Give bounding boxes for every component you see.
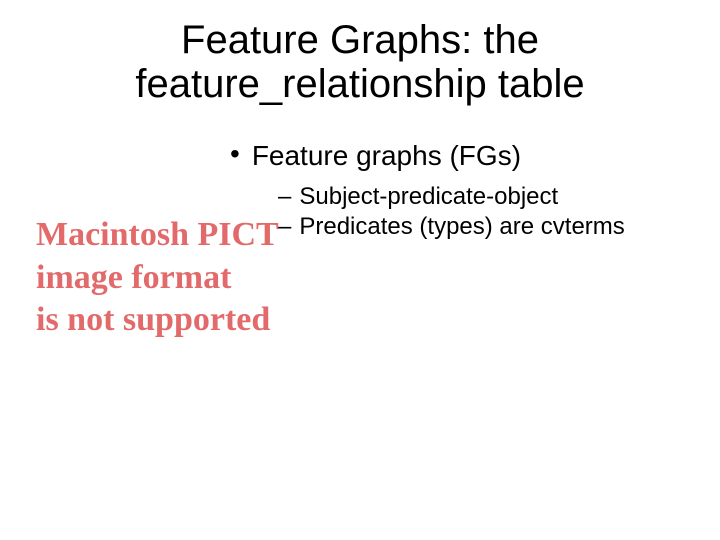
bullet-level-1: • Feature graphs (FGs) — [230, 140, 521, 172]
sub-bullet-1-text: Subject-predicate-object — [299, 183, 558, 210]
pict-line-2: image format — [36, 257, 279, 300]
pict-line-3: is not supported — [36, 299, 279, 342]
pict-line-1: Macintosh PICT — [36, 214, 279, 257]
sub-bullet-2: –Predicates (types) are cvterms — [278, 212, 625, 242]
bullet-marker: • — [230, 138, 240, 170]
dash-icon: – — [278, 183, 291, 210]
slide-title: Feature Graphs: the feature_relationship… — [0, 18, 720, 106]
pict-error-message: Macintosh PICT image format is not suppo… — [36, 214, 279, 342]
bullet-text: Feature graphs (FGs) — [252, 140, 521, 171]
slide: Feature Graphs: the feature_relationship… — [0, 0, 720, 540]
dash-icon: – — [278, 213, 291, 240]
sub-bullet-2-text: Predicates (types) are cvterms — [299, 213, 624, 240]
sub-bullet-1: –Subject-predicate-object — [278, 182, 558, 212]
